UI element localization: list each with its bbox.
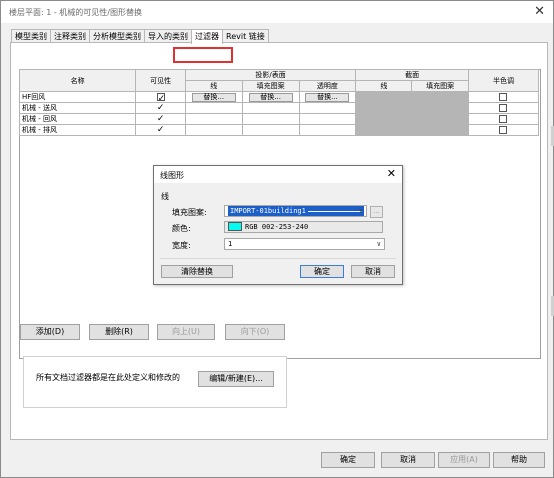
tab-filters[interactable]: 过滤器 xyxy=(191,29,223,44)
cut-patterns-cell xyxy=(411,113,469,125)
visibility-checkbox[interactable]: ✓ xyxy=(156,93,166,103)
col-header-cut-lines: 线 xyxy=(355,80,413,92)
cut-lines-cell xyxy=(355,102,413,114)
tab-imported-categories[interactable]: 导入的类别 xyxy=(144,29,192,43)
col-header-name[interactable]: 名称 xyxy=(18,69,137,92)
tab-analytical-categories[interactable]: 分析模型类别 xyxy=(89,29,145,43)
lines-group-label: 线 xyxy=(161,192,169,201)
col-header-cut-patterns: 填充图案 xyxy=(411,80,469,92)
dialog-close-icon[interactable]: ✕ xyxy=(387,167,396,180)
row-name[interactable]: 机械 - 送风 xyxy=(18,102,137,114)
table-row[interactable]: 机械 - 送风 ✓ xyxy=(18,102,540,114)
pattern-browse-button[interactable]: ... xyxy=(370,206,383,218)
info-box: 所有文档过滤器都是在此处定义和修改的 编辑/新建(E)... xyxy=(23,356,287,408)
cut-patterns-cell xyxy=(411,91,469,103)
dialog-title: 线图形 xyxy=(160,171,184,180)
cut-lines-cell xyxy=(355,124,413,136)
title-bar: 楼层平面: 1 - 机械的可见性/图形替换 ✕ xyxy=(1,1,553,23)
dialog-separator xyxy=(160,258,396,259)
chevron-down-icon: ∨ xyxy=(376,240,381,248)
dialog-cancel-button[interactable]: 取消 xyxy=(351,265,395,278)
add-filter-button[interactable]: 添加(D) xyxy=(20,324,80,340)
window-close-icon[interactable]: ✕ xyxy=(534,4,545,19)
cancel-button[interactable]: 取消 xyxy=(381,452,435,468)
visibility-check-icon[interactable]: ✓ xyxy=(157,126,165,135)
table-row[interactable]: 机械 - 排风 ✓ xyxy=(18,124,540,136)
apply-button[interactable]: 应用(A) xyxy=(438,452,490,468)
pattern-value: IMPORT-01building1 xyxy=(230,207,306,215)
col-header-projection-lines: 线 xyxy=(184,80,243,92)
col-header-visibility[interactable]: 可见性 xyxy=(135,69,186,92)
halftone-checkbox[interactable] xyxy=(499,104,508,112)
override-lines-button[interactable]: 替换... xyxy=(191,93,236,102)
row-name[interactable]: 机械 - 回风 xyxy=(18,113,137,125)
halftone-checkbox[interactable] xyxy=(499,93,508,101)
edit-new-button[interactable]: 编辑/新建(E)... xyxy=(198,371,274,387)
color-button[interactable]: RGB 002-253-240 xyxy=(224,221,383,233)
chevron-down-icon: ∨ xyxy=(358,207,363,215)
info-text: 所有文档过滤器都是在此处定义和修改的 xyxy=(36,373,180,382)
row-name[interactable]: HF回风 xyxy=(18,91,137,103)
tab-annotation-categories[interactable]: 注释类别 xyxy=(50,29,90,43)
override-transparency-button[interactable]: 替换... xyxy=(305,93,350,102)
cut-lines-cell xyxy=(355,91,413,103)
pattern-preview-line xyxy=(307,210,362,212)
weight-dropdown[interactable]: 1 ∨ xyxy=(224,238,385,250)
row-name[interactable]: 机械 - 排风 xyxy=(18,124,137,136)
clear-overrides-button[interactable]: 清除替换 xyxy=(161,265,233,278)
weight-value: 1 xyxy=(228,240,233,248)
table-row[interactable]: 机械 - 回风 ✓ xyxy=(18,113,540,125)
dialog-title-bar: 线图形 ✕ xyxy=(154,166,402,183)
window-title: 楼层平面: 1 - 机械的可见性/图形替换 xyxy=(9,8,142,17)
check-icon: ✓ xyxy=(157,94,166,103)
color-swatch xyxy=(228,222,242,231)
halftone-checkbox[interactable] xyxy=(499,115,508,123)
color-value: RGB 002-253-240 xyxy=(245,223,309,231)
col-header-projection: 投影/表面 xyxy=(184,69,357,81)
move-down-button[interactable]: 向下(O) xyxy=(225,324,285,340)
pattern-label: 填充图案: xyxy=(172,208,207,217)
ok-button[interactable]: 确定 xyxy=(321,452,375,468)
line-graphics-dialog: 线图形 ✕ 线 填充图案: IMPORT-01building1 ∨ ... 颜… xyxy=(153,165,403,285)
col-header-transparency: 透明度 xyxy=(298,80,357,92)
visibility-check-icon[interactable]: ✓ xyxy=(157,104,165,113)
weight-label: 宽度: xyxy=(172,241,191,250)
remove-filter-button[interactable]: 删除(R) xyxy=(89,324,149,340)
col-header-halftone[interactable]: 半色调 xyxy=(467,69,540,92)
dialog-ok-button[interactable]: 确定 xyxy=(300,265,344,278)
col-header-cut: 截面 xyxy=(355,69,469,81)
col-header-projection-patterns: 填充图案 xyxy=(241,80,300,92)
tab-bar: 模型类别 注释类别 分析模型类别 导入的类别 过滤器 Revit 链接 xyxy=(11,29,269,44)
tab-model-categories[interactable]: 模型类别 xyxy=(11,29,51,43)
cut-lines-cell xyxy=(355,113,413,125)
color-label: 颜色: xyxy=(172,224,191,233)
cut-patterns-cell xyxy=(411,102,469,114)
halftone-checkbox[interactable] xyxy=(499,126,508,134)
pattern-dropdown[interactable]: IMPORT-01building1 ∨ xyxy=(224,205,367,217)
tab-revit-links[interactable]: Revit 链接 xyxy=(222,29,269,43)
table-row[interactable]: HF回风 ✓ 替换... 替换... 替换... xyxy=(18,91,540,103)
move-up-button[interactable]: 向上(U) xyxy=(157,324,215,340)
visibility-check-icon[interactable]: ✓ xyxy=(157,115,165,124)
help-button[interactable]: 帮助 xyxy=(493,452,545,468)
filters-table: 名称 可见性 投影/表面 截面 半色调 线 填充图案 透明度 线 填充图案 HF… xyxy=(18,69,540,136)
override-patterns-button[interactable]: 替换... xyxy=(248,93,293,102)
cut-patterns-cell xyxy=(411,124,469,136)
